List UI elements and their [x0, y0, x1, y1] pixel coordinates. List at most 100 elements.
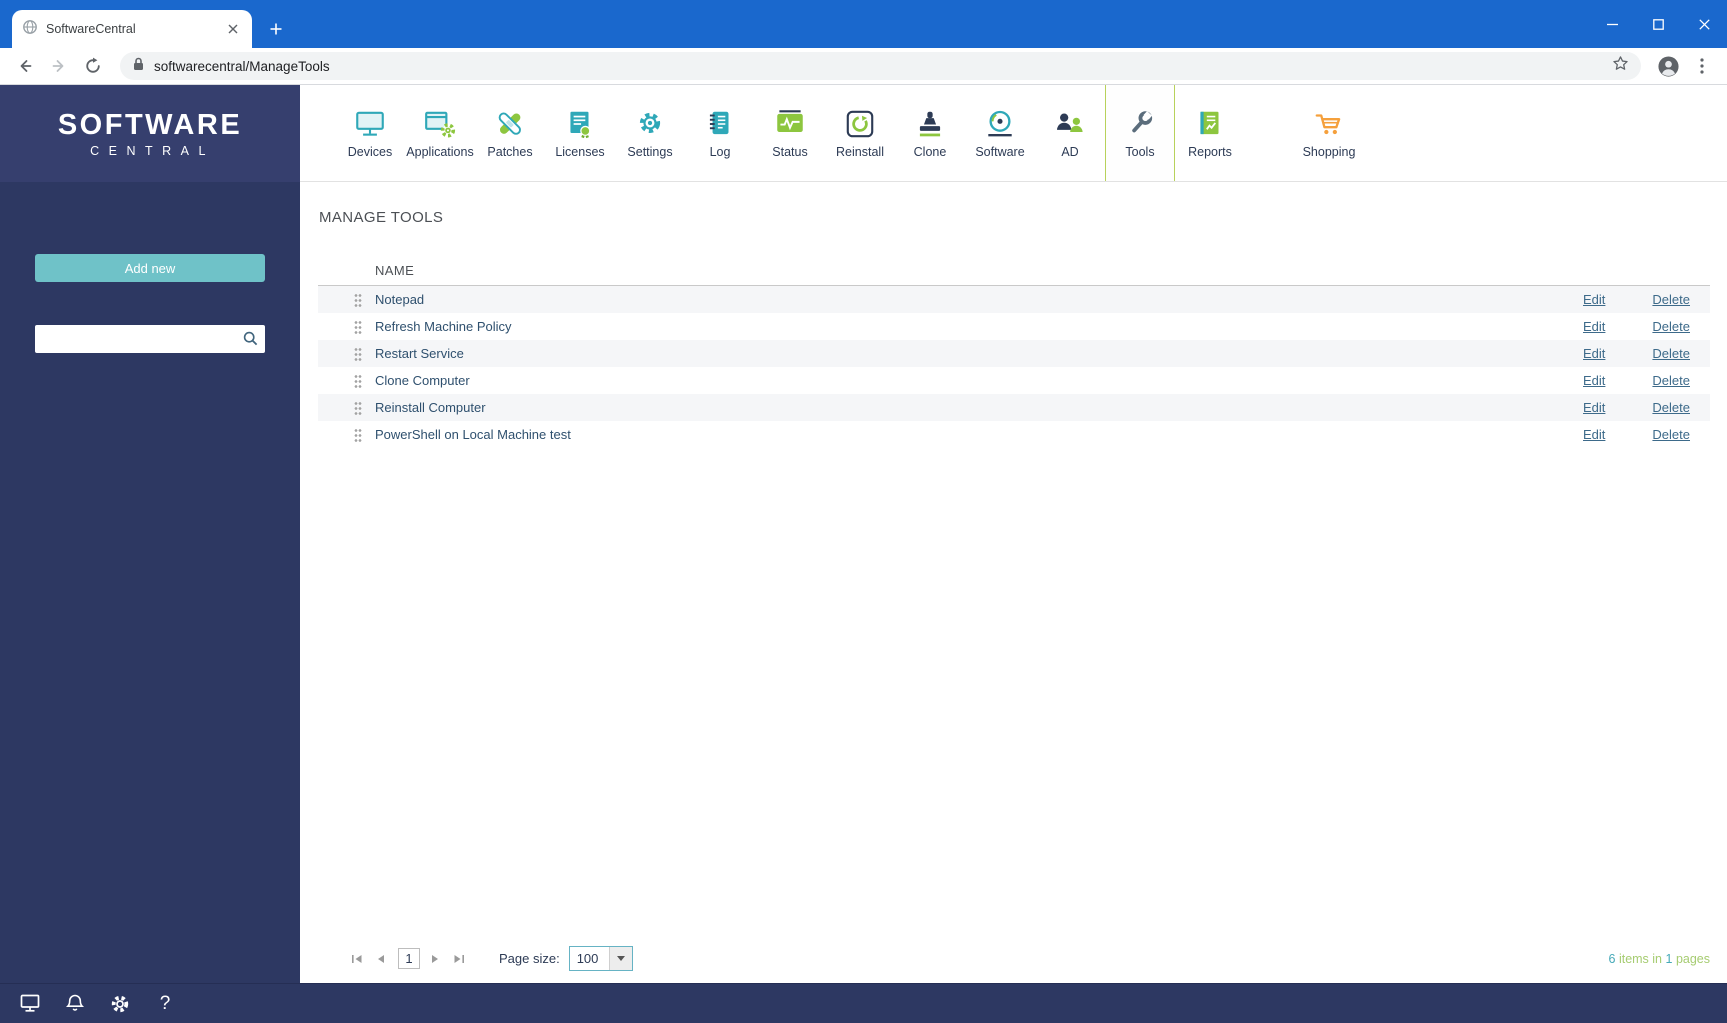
screen: SoftwareCentral softwarecentral/ManageTo…	[0, 0, 1727, 1023]
previous-page-button[interactable]	[370, 948, 392, 970]
tool-name: Clone Computer	[375, 373, 470, 388]
current-page-box[interactable]: 1	[398, 948, 420, 969]
back-button[interactable]	[10, 51, 40, 81]
next-page-button[interactable]	[424, 948, 446, 970]
logo-line1: SOFTWARE	[57, 109, 243, 141]
tool-name: Restart Service	[375, 346, 464, 361]
window-controls	[1589, 0, 1727, 48]
nav-item-clone[interactable]: Clone	[895, 85, 965, 181]
reinstall-icon	[843, 107, 877, 139]
nav-item-licenses[interactable]: Licenses	[545, 85, 615, 181]
edit-link[interactable]: Edit	[1583, 400, 1605, 415]
licenses-icon	[563, 107, 597, 139]
minimize-button[interactable]	[1589, 0, 1635, 48]
profile-avatar-icon[interactable]	[1653, 51, 1683, 81]
nav-item-settings[interactable]: Settings	[615, 85, 685, 181]
edit-link[interactable]: Edit	[1583, 319, 1605, 334]
devices-icon	[353, 107, 387, 139]
nav-item-shopping[interactable]: Shopping	[1294, 85, 1364, 181]
delete-link[interactable]: Delete	[1652, 346, 1690, 361]
address-bar[interactable]: softwarecentral/ManageTools	[120, 52, 1641, 80]
sidebar-search-input[interactable]	[35, 325, 265, 353]
pager: 1 Page size: 6 items in 1 pages	[318, 945, 1710, 972]
tab-close-icon[interactable]	[224, 20, 242, 38]
delete-link[interactable]: Delete	[1652, 319, 1690, 334]
main-content: MANAGE TOOLS NAME Notepad Edit Delete Re…	[300, 183, 1727, 983]
nav-item-software[interactable]: Software	[965, 85, 1035, 181]
nav-item-devices[interactable]: Devices	[335, 85, 405, 181]
top-navigation: Devices Applications Patches Licenses Se…	[300, 85, 1727, 182]
nav-item-ad[interactable]: AD	[1035, 85, 1105, 181]
ad-icon	[1053, 107, 1087, 139]
maximize-button[interactable]	[1635, 0, 1681, 48]
delete-link[interactable]: Delete	[1652, 292, 1690, 307]
browser-tab[interactable]: SoftwareCentral	[12, 10, 252, 48]
page-size-label: Page size:	[499, 951, 560, 966]
last-page-button[interactable]	[448, 948, 470, 970]
close-button[interactable]	[1681, 0, 1727, 48]
lock-icon	[132, 56, 145, 77]
monitor-icon[interactable]	[18, 992, 42, 1016]
nav-item-status[interactable]: Status	[755, 85, 825, 181]
search-icon[interactable]	[243, 331, 258, 351]
table-row: Notepad Edit Delete	[318, 286, 1710, 313]
patches-icon	[493, 107, 527, 139]
nav-item-log[interactable]: Log	[685, 85, 755, 181]
edit-link[interactable]: Edit	[1583, 427, 1605, 442]
tools-icon	[1123, 107, 1157, 139]
drag-handle-icon[interactable]	[354, 319, 362, 334]
drag-handle-icon[interactable]	[354, 400, 362, 415]
logo: SOFTWARE CENTRAL	[0, 85, 300, 182]
bookmark-star-icon[interactable]	[1612, 55, 1629, 77]
page-size-input[interactable]	[569, 947, 609, 970]
page-size-combobox	[568, 946, 633, 971]
tool-name: PowerShell on Local Machine test	[375, 427, 571, 442]
gear-icon[interactable]	[108, 992, 132, 1016]
help-icon[interactable]: ?	[153, 992, 177, 1016]
table-row: PowerShell on Local Machine test Edit De…	[318, 421, 1710, 448]
edit-link[interactable]: Edit	[1583, 373, 1605, 388]
tools-table: NAME Notepad Edit Delete Refresh Machine…	[318, 256, 1710, 448]
drag-handle-icon[interactable]	[354, 427, 362, 442]
pager-summary: 6 items in 1 pages	[1609, 952, 1711, 966]
nav-item-tools[interactable]: Tools	[1105, 85, 1175, 181]
url-text: softwarecentral/ManageTools	[154, 58, 330, 74]
edit-link[interactable]: Edit	[1583, 292, 1605, 307]
edit-link[interactable]: Edit	[1583, 346, 1605, 361]
nav-item-reports[interactable]: Reports	[1175, 85, 1245, 181]
items-text: items in	[1618, 951, 1663, 966]
log-icon	[703, 107, 737, 139]
nav-item-applications[interactable]: Applications	[405, 85, 475, 181]
tab-title: SoftwareCentral	[46, 22, 136, 36]
delete-link[interactable]: Delete	[1652, 373, 1690, 388]
reports-icon	[1193, 107, 1227, 139]
browser-navbar: softwarecentral/ManageTools	[0, 48, 1727, 85]
nav-item-reinstall[interactable]: Reinstall	[825, 85, 895, 181]
table-row: Refresh Machine Policy Edit Delete	[318, 313, 1710, 340]
settings-icon	[633, 107, 667, 139]
favicon-globe-icon	[22, 19, 38, 40]
app-window: SOFTWARE CENTRAL Add new Devices Applica…	[0, 85, 1727, 1023]
app-footer: ?	[0, 983, 1727, 1023]
add-new-button[interactable]: Add new	[35, 254, 265, 282]
reload-button[interactable]	[78, 51, 108, 81]
page-size-dropdown-button[interactable]	[608, 947, 632, 970]
drag-handle-icon[interactable]	[354, 292, 362, 307]
table-row: Reinstall Computer Edit Delete	[318, 394, 1710, 421]
drag-handle-icon[interactable]	[354, 346, 362, 361]
drag-handle-icon[interactable]	[354, 373, 362, 388]
tool-name: Refresh Machine Policy	[375, 319, 512, 334]
delete-link[interactable]: Delete	[1652, 400, 1690, 415]
nav-item-patches[interactable]: Patches	[475, 85, 545, 181]
forward-button[interactable]	[44, 51, 74, 81]
bell-icon[interactable]	[63, 992, 87, 1016]
browser-tab-strip: SoftwareCentral	[0, 0, 1727, 48]
sidebar: SOFTWARE CENTRAL Add new	[0, 85, 300, 1023]
browser-menu-icon[interactable]	[1687, 51, 1717, 81]
new-tab-button[interactable]	[262, 15, 290, 43]
first-page-button[interactable]	[346, 948, 368, 970]
applications-icon	[423, 107, 457, 139]
clone-icon	[913, 107, 947, 139]
name-column-header: NAME	[375, 263, 415, 278]
delete-link[interactable]: Delete	[1652, 427, 1690, 442]
